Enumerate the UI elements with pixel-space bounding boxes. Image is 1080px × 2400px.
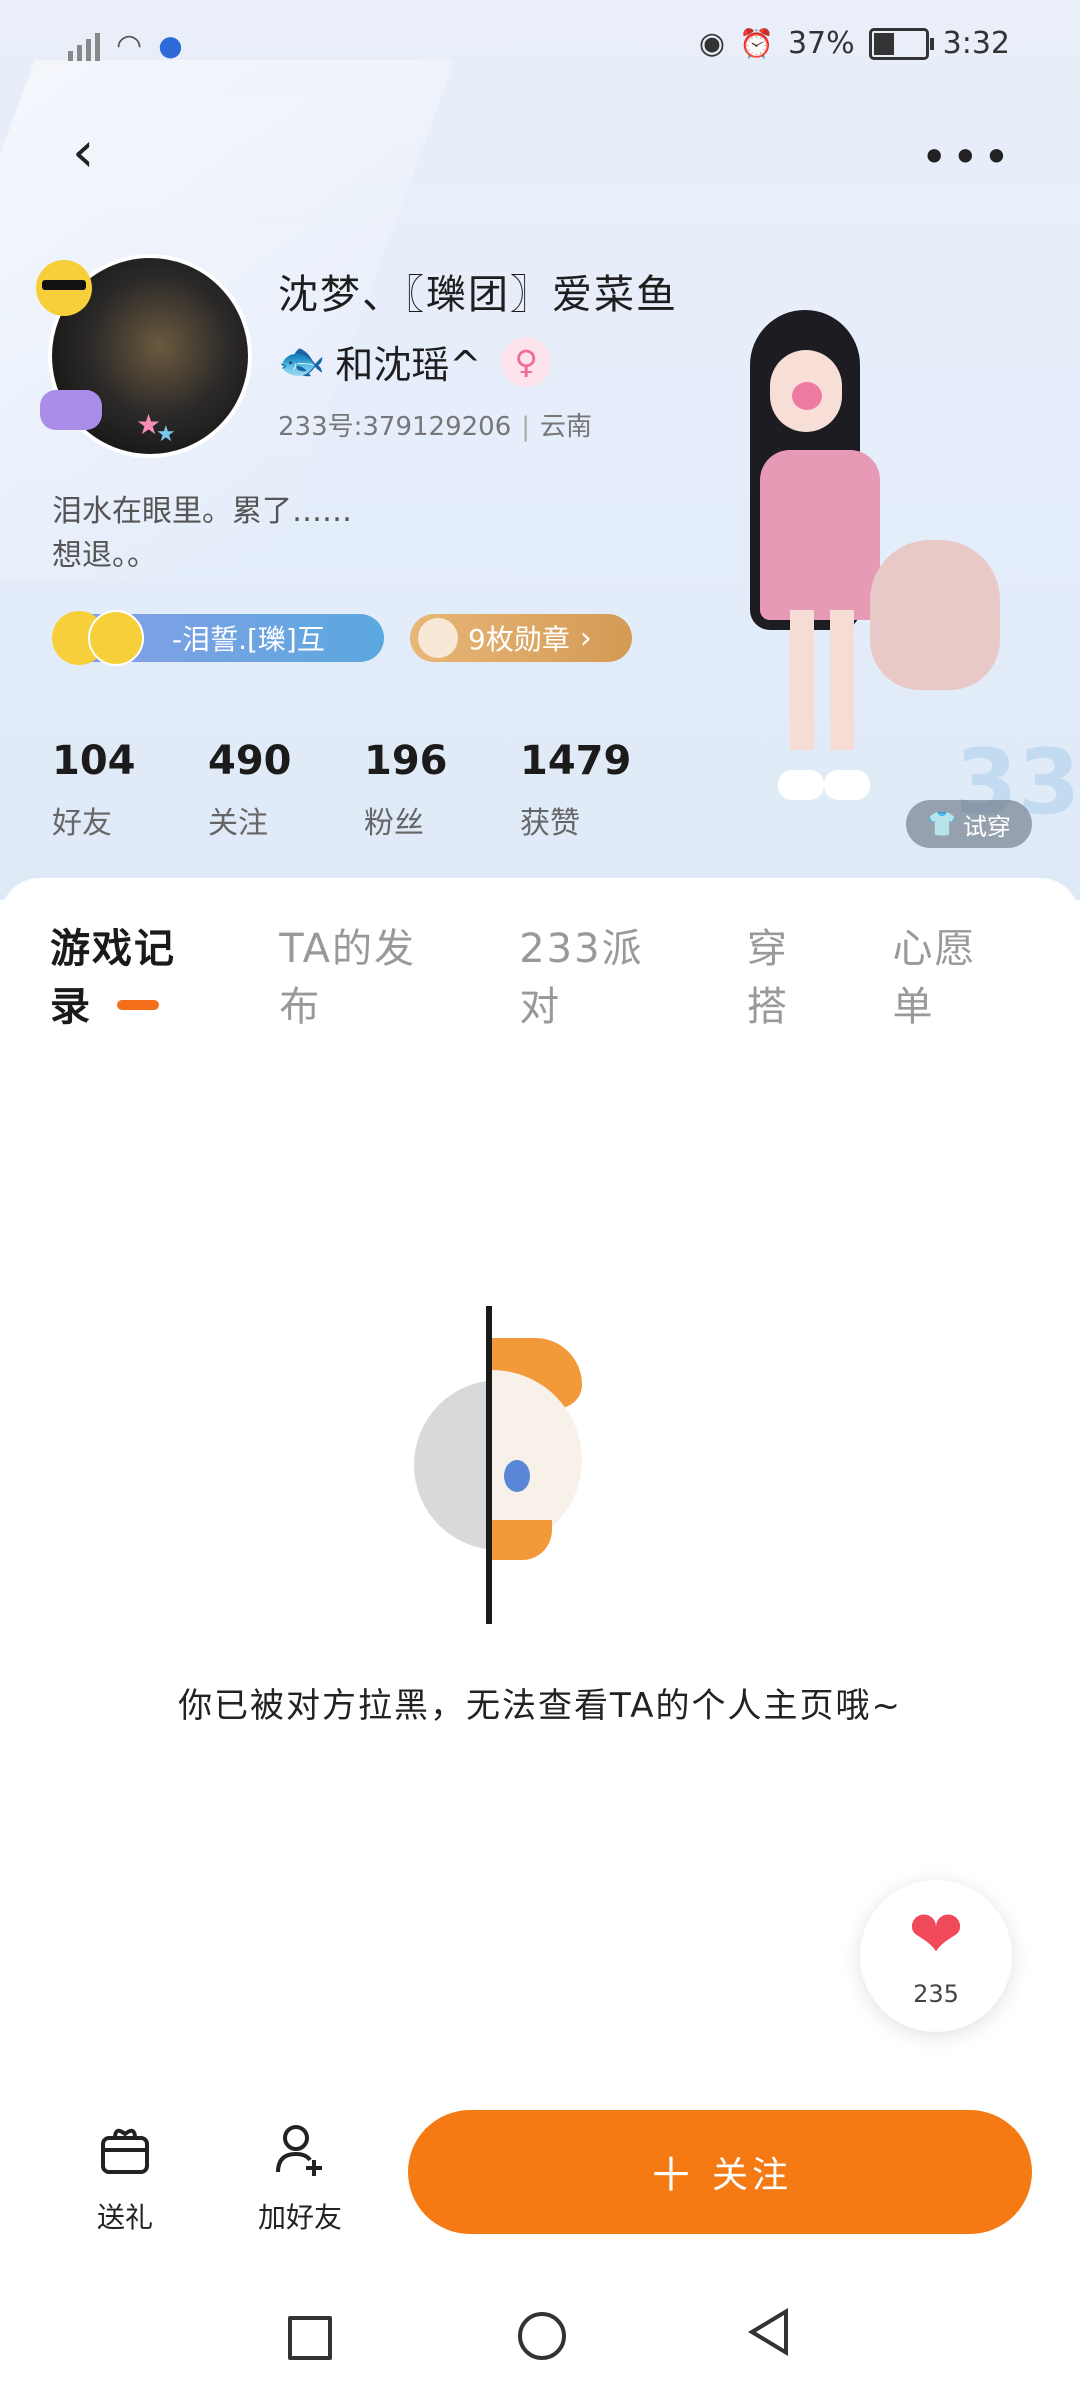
stat-friends[interactable]: 104 好友 — [52, 738, 208, 842]
tab-wishlist[interactable]: 心愿单 — [893, 916, 1018, 1032]
signal-icon — [68, 31, 100, 61]
character-leg — [790, 610, 814, 750]
star-eyes-emoji-icon — [88, 610, 144, 666]
wifi-icon: ◠ — [116, 28, 143, 63]
gift-label: 送礼 — [96, 2201, 153, 2234]
sunglasses-emoji-icon — [36, 260, 92, 316]
system-nav-bar — [0, 2290, 1080, 2400]
profile-meta: 233号:379129206 | 云南 — [278, 412, 593, 442]
tab-outfits[interactable]: 穿搭 — [747, 916, 831, 1032]
stat-value: 104 — [52, 738, 136, 784]
eye-icon: ◉ — [698, 26, 726, 61]
stat-fans[interactable]: 196 粉丝 — [364, 738, 520, 842]
back-button[interactable]: ‹ — [72, 125, 116, 181]
try-on-label: 试穿 — [962, 812, 1011, 841]
character-shoe — [824, 770, 870, 800]
like-button[interactable]: ❤ 235 — [860, 1880, 1012, 2032]
profile-id: 233号:379129206 — [278, 412, 512, 442]
female-icon: ♀ — [501, 336, 552, 387]
bunny-plush — [870, 540, 1000, 690]
bio-line: 泪水在眼里。累了…… — [52, 494, 352, 529]
profile-bio: 泪水在眼里。累了…… 想退。。 — [52, 490, 552, 578]
tab-posts[interactable]: TA的发布 — [279, 916, 457, 1032]
medals-badge[interactable]: 9枚勋章 › — [410, 614, 632, 662]
more-dots-icon: ••• — [920, 130, 1014, 184]
stat-label: 获赞 — [520, 806, 580, 841]
add-friend-label: 加好友 — [257, 2201, 342, 2234]
chevron-right-icon: › — [579, 620, 592, 656]
baidu-paw-icon: ● — [158, 29, 183, 62]
heart-icon: ❤ — [908, 1896, 964, 1973]
stat-following[interactable]: 490 关注 — [208, 738, 364, 842]
battery-percent: 37% — [787, 26, 855, 61]
follow-button[interactable]: ＋ 关注 — [408, 2110, 1032, 2234]
stat-likes[interactable]: 1479 获赞 — [520, 738, 676, 842]
stat-value: 196 — [364, 738, 448, 784]
medals-label: 9枚勋章 — [468, 623, 570, 656]
try-on-button[interactable]: 👕 试穿 — [906, 800, 1032, 848]
peeking-character-illustration — [410, 1300, 590, 1630]
plus-icon: ＋ — [647, 2148, 694, 2202]
gift-icon — [101, 2128, 149, 2174]
recent-apps-icon[interactable] — [288, 2316, 332, 2360]
profile-name: 沈梦、〖瓅团〗爱菜鱼 — [278, 272, 678, 318]
stat-label: 粉丝 — [364, 806, 424, 841]
tab-bar: 游戏记录 TA的发布 233派对 穿搭 心愿单 — [50, 916, 1080, 1032]
tab-233-party[interactable]: 233派对 — [519, 916, 685, 1032]
chevron-left-icon: ‹ — [72, 120, 95, 185]
group-badge-label: -泪誓.[瓅]互 — [172, 623, 325, 656]
nav-back-icon[interactable] — [748, 2308, 788, 2356]
alarm-icon: ⏰ — [739, 27, 774, 60]
shirt-icon: 👕 — [927, 810, 957, 838]
avatar[interactable]: ★ ★ — [36, 250, 252, 460]
stat-label: 关注 — [208, 806, 268, 841]
status-bar: ◠ ● ◉ ⏰ 37% 3:32 — [0, 22, 1080, 70]
group-badge[interactable]: -泪誓.[瓅]互 — [52, 610, 384, 666]
profile-sub-name: 和沈瑶^ — [335, 343, 482, 387]
fish-icon: 🐟 — [278, 339, 326, 383]
more-options-button[interactable]: ••• — [921, 130, 1014, 184]
character-nose — [792, 382, 822, 410]
gift-button[interactable]: 送礼 — [70, 2120, 180, 2236]
gamepad-sticker-icon — [40, 390, 102, 430]
battery-icon — [868, 27, 934, 60]
add-user-icon — [276, 2125, 322, 2176]
stat-label: 好友 — [52, 806, 112, 841]
profile-subtitle-row: 🐟 和沈瑶^ ♀ — [278, 334, 552, 389]
like-count: 235 — [913, 1980, 959, 2008]
tab-game-records[interactable]: 游戏记录 — [50, 916, 217, 1032]
character-shoe — [778, 770, 824, 800]
profile-location: 云南 — [540, 412, 593, 442]
clock-time: 3:32 — [942, 26, 1010, 61]
add-friend-button[interactable]: 加好友 — [240, 2120, 360, 2236]
stat-value: 490 — [208, 738, 292, 784]
stat-value: 1479 — [520, 738, 632, 784]
medal-icon — [418, 618, 458, 658]
small-star-icon: ★ — [156, 422, 176, 447]
blocked-message: 你已被对方拉黑，无法查看TA的个人主页哦~ — [178, 1686, 902, 1726]
home-icon[interactable] — [518, 2312, 566, 2360]
bio-line: 想退。。 — [52, 538, 157, 573]
profile-stats: 104 好友 490 关注 196 粉丝 1479 获赞 — [52, 738, 676, 842]
character-dress — [760, 450, 880, 620]
character-leg — [830, 610, 854, 750]
follow-label: 关注 — [711, 2155, 792, 2196]
tab-indicator — [117, 1000, 159, 1010]
